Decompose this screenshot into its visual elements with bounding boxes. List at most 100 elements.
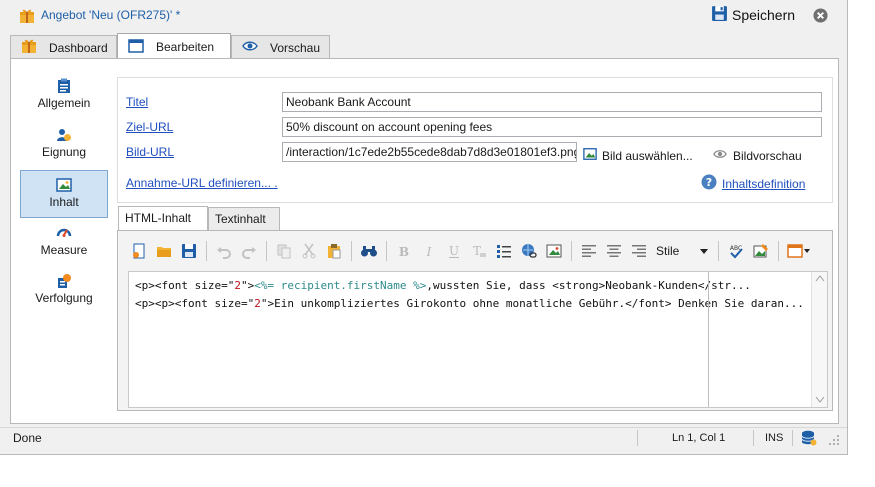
title-field[interactable]: Neobank Bank Account bbox=[282, 92, 822, 112]
image-preview-button[interactable]: Bildvorschau bbox=[712, 147, 802, 164]
spellcheck-icon[interactable]: ABC bbox=[725, 240, 747, 262]
toolbar-separator bbox=[778, 241, 779, 261]
binoculars-icon[interactable] bbox=[358, 240, 380, 262]
offer-editor-window: Angebot 'Neu (OFR275)' * Speichern Dashb… bbox=[0, 0, 848, 455]
sidebar-item-eignung[interactable]: Eignung bbox=[20, 121, 108, 169]
code-line: <p><font size="2"><%= recipient.firstNam… bbox=[135, 279, 751, 292]
content-definition-link[interactable]: ? Inhaltsdefinition bbox=[701, 174, 805, 193]
image-url-field[interactable]: /interaction/1c7ede2b55cede8dab7d8d3e018… bbox=[282, 142, 577, 162]
html-code-area[interactable]: <p><font size="2"><%= recipient.firstNam… bbox=[128, 271, 828, 408]
title-label[interactable]: Titel bbox=[126, 95, 148, 109]
sidebar: Allgemein Eignung Inhalt Measure Verfolg… bbox=[20, 64, 108, 416]
svg-text:I: I bbox=[426, 245, 432, 259]
tab-label: Vorschau bbox=[270, 40, 321, 55]
content-definition-label: Inhaltsdefinition bbox=[722, 176, 806, 191]
align-center-icon[interactable] bbox=[603, 240, 625, 262]
tab-text-content[interactable]: Textinhalt bbox=[208, 207, 280, 230]
status-separator bbox=[792, 430, 793, 446]
tracking-icon bbox=[56, 273, 72, 289]
align-right-icon[interactable] bbox=[628, 240, 650, 262]
cursor-position: Ln 1, Col 1 bbox=[672, 432, 726, 444]
tab-label: HTML-Inhalt bbox=[125, 211, 192, 225]
align-left-icon[interactable] bbox=[578, 240, 600, 262]
status-bar: Done Ln 1, Col 1 INS bbox=[0, 427, 847, 447]
sidebar-item-measure[interactable]: Measure bbox=[20, 219, 108, 267]
print-margin-line bbox=[708, 272, 709, 407]
sidebar-item-label: Eignung bbox=[41, 145, 87, 159]
svg-text:T: T bbox=[473, 244, 481, 258]
tab-bearbeiten[interactable]: Bearbeiten bbox=[117, 33, 231, 60]
style-select-value: Stile bbox=[656, 244, 680, 258]
code-text: "> bbox=[260, 297, 275, 310]
sidebar-item-label: Inhalt bbox=[49, 195, 79, 209]
gift-icon bbox=[19, 8, 35, 27]
edit-window-icon bbox=[128, 38, 156, 57]
save-button-label: Speichern bbox=[732, 7, 796, 23]
target-url-field[interactable]: 50% discount on account opening fees bbox=[282, 117, 822, 137]
tab-dashboard[interactable]: Dashboard bbox=[10, 35, 117, 59]
insert-mode: INS bbox=[765, 432, 784, 444]
status-text: Done bbox=[13, 431, 42, 445]
choose-image-button[interactable]: Bild auswählen... bbox=[583, 147, 693, 164]
style-select[interactable]: Stile bbox=[653, 241, 711, 261]
underline-icon[interactable]: U bbox=[443, 240, 465, 262]
code-line: <p><p><font size="2">Ein unkompliziertes… bbox=[135, 297, 804, 310]
image-edit-icon[interactable] bbox=[750, 240, 772, 262]
svg-text:B: B bbox=[399, 245, 409, 259]
title-bar: Angebot 'Neu (OFR275)' * Speichern bbox=[0, 0, 847, 31]
sidebar-item-label: Allgemein bbox=[37, 96, 91, 110]
image-icon bbox=[583, 147, 597, 164]
bulleted-list-icon[interactable] bbox=[493, 240, 515, 262]
status-separator bbox=[637, 430, 638, 446]
image-preview-label: Bildvorschau bbox=[733, 148, 802, 163]
tab-label: Textinhalt bbox=[215, 212, 266, 226]
undo-icon[interactable] bbox=[213, 240, 235, 262]
sidebar-item-inhalt[interactable]: Inhalt bbox=[20, 170, 108, 218]
tab-label: Bearbeiten bbox=[156, 40, 215, 54]
redo-icon[interactable] bbox=[238, 240, 260, 262]
svg-text:?: ? bbox=[706, 176, 712, 189]
cut-icon[interactable] bbox=[298, 240, 320, 262]
code-attribute-value: 2 bbox=[234, 279, 241, 292]
tab-vorschau[interactable]: Vorschau bbox=[231, 35, 330, 59]
sidebar-item-verfolgung[interactable]: Verfolgung bbox=[20, 267, 108, 315]
image-url-label[interactable]: Bild-URL bbox=[126, 145, 174, 159]
open-folder-icon[interactable] bbox=[153, 240, 175, 262]
content-panel: Allgemein Eignung Inhalt Measure Verfolg… bbox=[10, 58, 839, 424]
code-text: <p><p><font size=" bbox=[135, 297, 255, 310]
save-button[interactable]: Speichern bbox=[711, 5, 795, 25]
tab-html-content[interactable]: HTML-Inhalt bbox=[118, 206, 208, 231]
status-separator bbox=[753, 430, 754, 446]
insert-image-icon[interactable] bbox=[543, 240, 565, 262]
eye-icon bbox=[242, 38, 270, 57]
resize-grip-icon[interactable] bbox=[828, 434, 840, 449]
clear-format-icon[interactable]: T bbox=[468, 240, 490, 262]
floppy-disk-icon[interactable] bbox=[178, 240, 200, 262]
tab-label: Dashboard bbox=[49, 40, 108, 55]
database-icon[interactable] bbox=[801, 430, 817, 449]
vertical-scrollbar[interactable] bbox=[811, 272, 827, 407]
code-text: <p><font size=" bbox=[135, 279, 235, 292]
insert-link-icon[interactable] bbox=[518, 240, 540, 262]
code-text: ,wussten Sie, dass <strong>Neobank-Kunde… bbox=[426, 279, 751, 292]
toolbar-separator bbox=[386, 241, 387, 261]
chevron-down-icon bbox=[700, 244, 708, 258]
toolbar-separator bbox=[571, 241, 572, 261]
copy-icon[interactable] bbox=[273, 240, 295, 262]
paste-icon[interactable] bbox=[323, 240, 345, 262]
sidebar-item-allgemein[interactable]: Allgemein bbox=[20, 72, 108, 120]
accept-url-link[interactable]: Annahme-URL definieren... . bbox=[126, 176, 278, 190]
toolbar-separator bbox=[718, 241, 719, 261]
new-document-icon[interactable] bbox=[128, 240, 150, 262]
close-icon[interactable] bbox=[813, 8, 828, 26]
italic-icon[interactable]: I bbox=[418, 240, 440, 262]
code-text: "> bbox=[240, 279, 255, 292]
personalization-menu-icon[interactable] bbox=[785, 240, 813, 262]
target-url-label[interactable]: Ziel-URL bbox=[126, 120, 173, 134]
users-icon bbox=[56, 127, 72, 143]
svg-text:U: U bbox=[449, 244, 459, 258]
choose-image-label: Bild auswählen... bbox=[602, 148, 693, 163]
floppy-disk-icon bbox=[711, 5, 728, 25]
image-icon bbox=[56, 177, 72, 193]
bold-icon[interactable]: B bbox=[393, 240, 415, 262]
